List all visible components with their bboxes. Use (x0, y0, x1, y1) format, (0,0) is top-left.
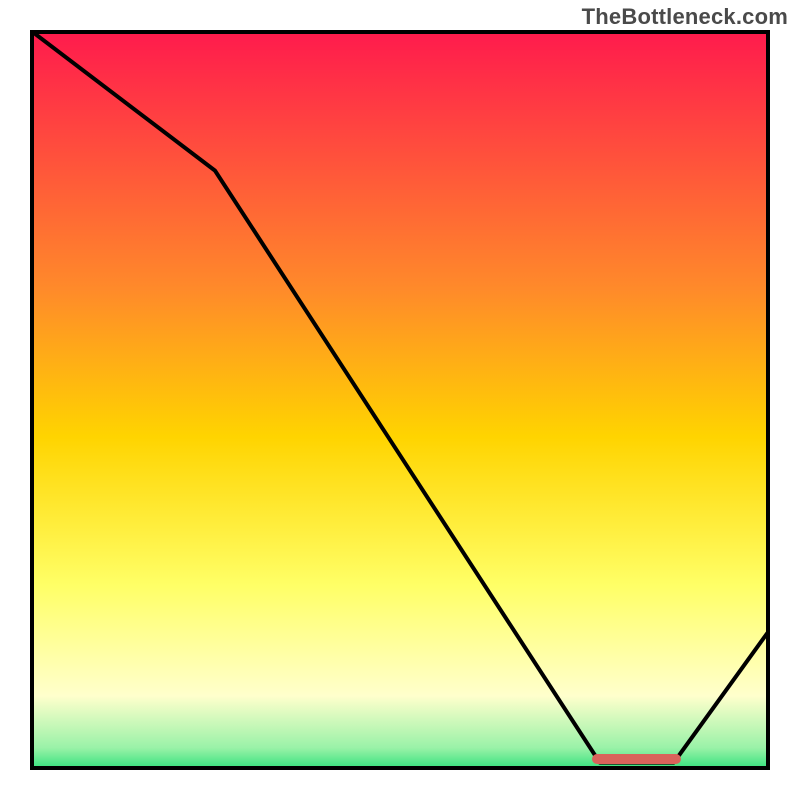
watermark-label: TheBottleneck.com (582, 4, 788, 30)
data-line (30, 30, 770, 770)
chart-stage: TheBottleneck.com (0, 0, 800, 800)
plot-area (30, 30, 770, 770)
optimal-range-marker (592, 754, 681, 764)
